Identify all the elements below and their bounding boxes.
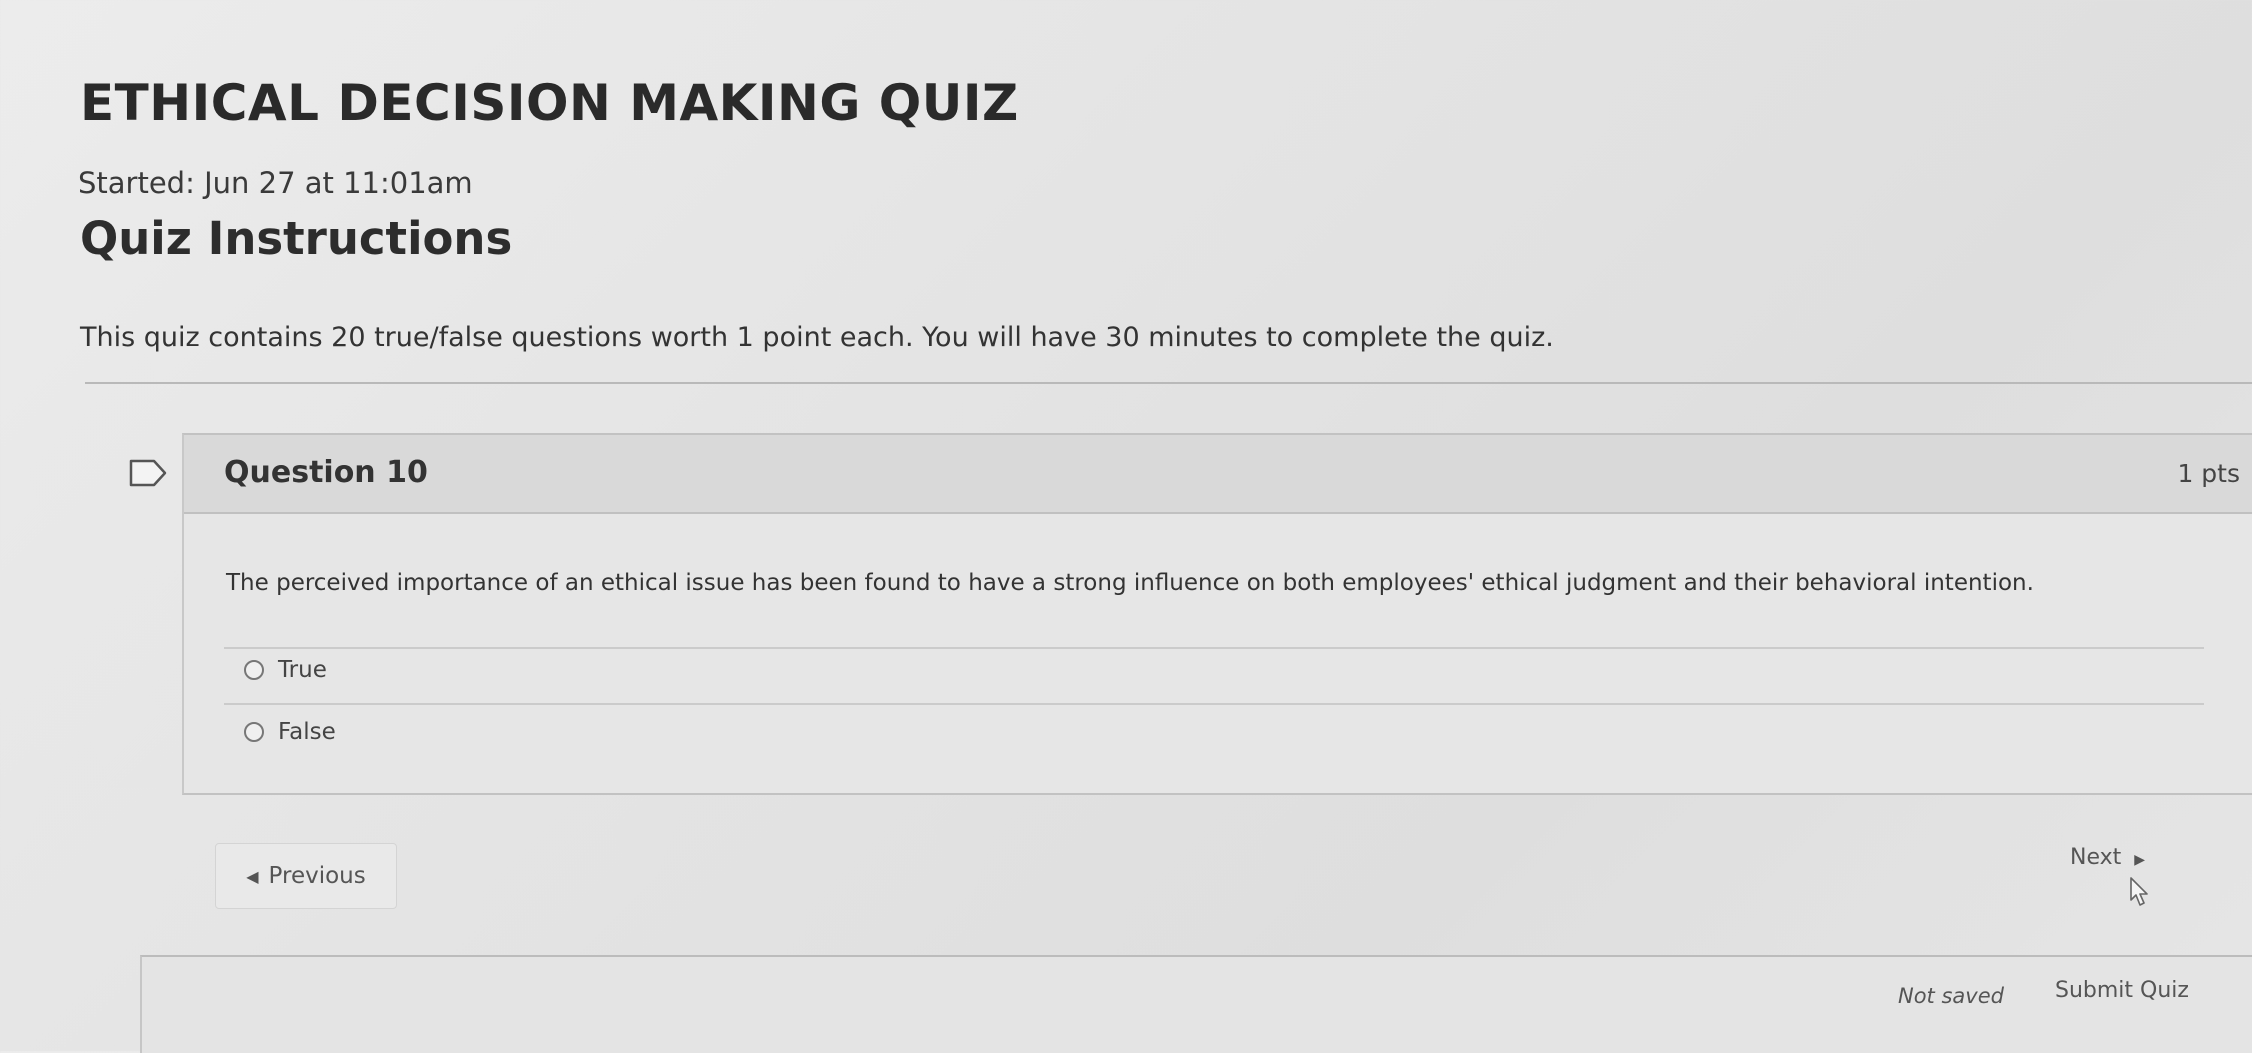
- question-title: Question 10: [224, 455, 428, 490]
- submit-quiz-button[interactable]: Submit Quiz: [2055, 978, 2189, 1003]
- answer-divider: [224, 647, 2204, 649]
- quiz-title: ETHICAL DECISION MAKING QUIZ: [80, 74, 1019, 132]
- right-triangle-icon: ▶: [2134, 852, 2146, 868]
- previous-label: Previous: [268, 863, 366, 889]
- instructions-text: This quiz contains 20 true/false questio…: [80, 322, 1554, 353]
- answer-option-true[interactable]: True: [244, 657, 327, 683]
- instructions-heading: Quiz Instructions: [80, 212, 513, 265]
- left-triangle-icon: ◀: [246, 866, 259, 886]
- answer-divider: [224, 703, 2204, 705]
- flag-question-icon[interactable]: [128, 458, 168, 488]
- started-timestamp: Started: Jun 27 at 11:01am: [78, 166, 473, 200]
- question-header: Question 10 1 pts: [184, 435, 2252, 514]
- save-status: Not saved: [1898, 984, 2004, 1008]
- previous-button[interactable]: ◀ Previous: [215, 843, 397, 909]
- answer-label: True: [278, 657, 327, 683]
- next-label: Next: [2070, 845, 2122, 870]
- radio-button[interactable]: [244, 660, 264, 680]
- divider: [85, 382, 2252, 384]
- question-points: 1 pts: [2177, 459, 2240, 488]
- question-card: Question 10 1 pts The perceived importan…: [182, 433, 2252, 795]
- answer-option-false[interactable]: False: [244, 719, 336, 745]
- next-button[interactable]: Next ▶: [2070, 845, 2145, 870]
- radio-button[interactable]: [244, 722, 264, 742]
- answer-label: False: [278, 719, 336, 745]
- mouse-cursor-icon: [2130, 877, 2148, 906]
- question-text: The perceived importance of an ethical i…: [226, 570, 2034, 596]
